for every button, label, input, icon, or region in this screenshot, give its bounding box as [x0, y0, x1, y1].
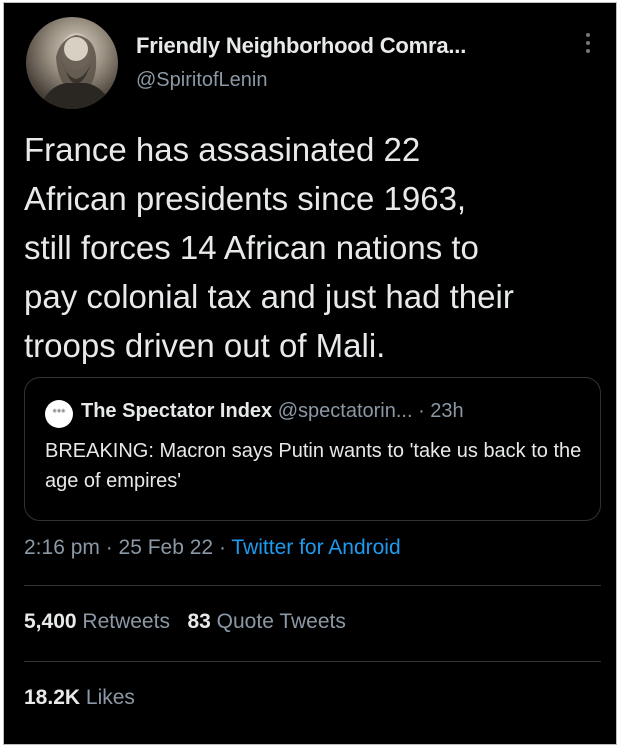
retweet-stats: 5,400 Retweets 83 Quote Tweets [24, 610, 346, 634]
quoted-tweet-handle: @spectatorin... [277, 400, 413, 422]
quote-tweets-link[interactable]: 83 Quote Tweets [187, 610, 345, 633]
avatar-portrait [40, 33, 112, 109]
avatar[interactable] [26, 17, 118, 109]
quoted-tweet-header: The Spectator Index @spectatorin... · 23… [81, 400, 464, 423]
divider [24, 661, 601, 662]
quote-tweets-label: Quote Tweets [216, 610, 346, 633]
retweets-link[interactable]: 5,400 Retweets [24, 610, 170, 633]
more-vertical-icon[interactable] [582, 33, 594, 59]
quoted-tweet-text: BREAKING: Macron says Putin wants to 'ta… [45, 440, 582, 492]
author-display-name[interactable]: Friendly Neighborhood Comra... [136, 33, 466, 59]
retweets-label: Retweets [82, 610, 170, 633]
tweet-timestamp[interactable]: 2:16 pm · 25 Feb 22 · [24, 536, 231, 559]
tweet-meta: 2:16 pm · 25 Feb 22 · Twitter for Androi… [24, 536, 401, 560]
retweets-count: 5,400 [24, 610, 77, 633]
tweet-source-link[interactable]: Twitter for Android [231, 536, 400, 559]
quoted-tweet-avatar: ◉◉◉ [45, 400, 73, 428]
tweet-detail: Friendly Neighborhood Comra... @Spiritof… [3, 2, 617, 745]
quote-tweets-count: 83 [187, 610, 211, 633]
author-handle[interactable]: @SpiritofLenin [136, 69, 267, 92]
quoted-tweet-name: The Spectator Index [81, 400, 273, 422]
divider [24, 585, 601, 586]
tweet-text: France has assasinated 22 African presid… [24, 131, 514, 364]
quoted-tweet-card[interactable]: ◉◉◉ The Spectator Index @spectatorin... … [24, 377, 601, 521]
likes-label: Likes [85, 686, 135, 709]
likes-count: 18.2K [24, 686, 81, 709]
quoted-tweet-time: · 23h [418, 400, 464, 422]
likes-stats[interactable]: 18.2K Likes [24, 686, 135, 710]
